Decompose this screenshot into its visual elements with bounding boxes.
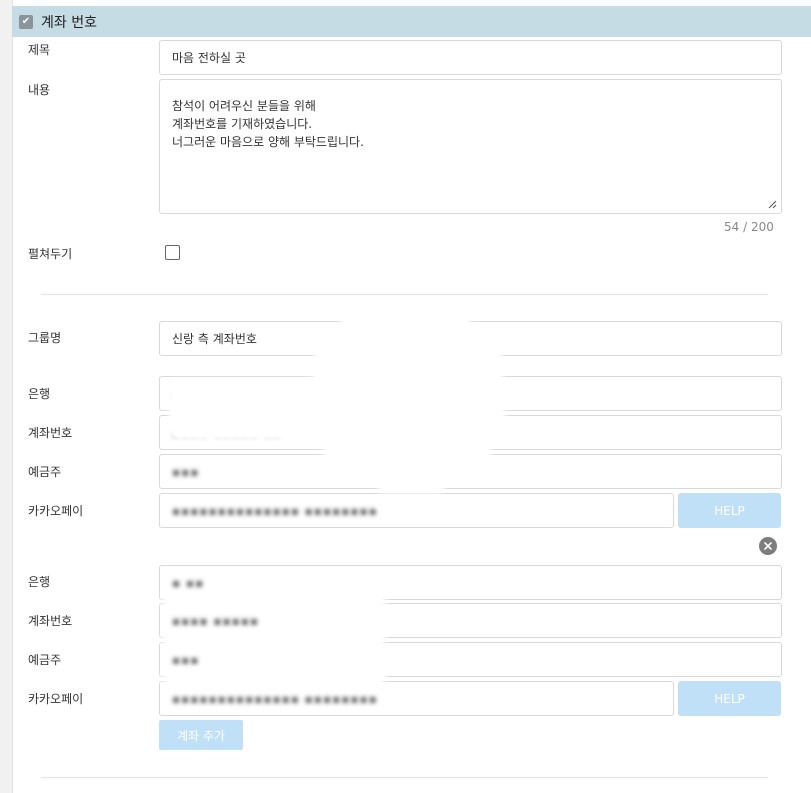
section-title: 계좌 번호 [41,14,97,31]
holder-value: ▪▪▪ [172,464,200,479]
group-input[interactable]: 신랑 측 계좌번호 [159,321,782,356]
char-counter: 54 / 200 [724,220,774,234]
holder-label: 예금주 [28,653,62,667]
redaction-patch [172,382,502,437]
account-number-value: ▪▪▪▪ ▪▪▪▪▪ [172,613,260,628]
kakaopay-label: 카카오페이 [28,504,84,518]
content-label: 내용 [28,83,51,97]
expand-checkbox[interactable] [165,245,180,260]
redaction-patch [326,437,488,477]
redaction-patch [343,318,468,332]
kakaopay-value: ▪▪▪▪▪▪▪▪▪▪▪▪▪▪ ▪▪▪▪▪▪▪▪ [172,691,378,706]
group-input-value: 신랑 측 계좌번호 [172,332,257,346]
bank-input[interactable]: ▪ ▪▪ [159,565,782,600]
section-checkbox[interactable]: ✔ [19,14,33,29]
divider [41,777,768,778]
kakaopay-value: ▪▪▪▪▪▪▪▪▪▪▪▪▪▪ ▪▪▪▪▪▪▪▪ [172,503,378,518]
holder-value: ▪▪▪ [172,652,200,667]
redaction-patch [316,352,500,382]
account-number-input[interactable]: ▪▪▪▪ ▪▪▪▪▪ [159,603,782,638]
help-button[interactable]: HELP [678,493,781,528]
redaction-patch [380,477,442,491]
account-number-label: 계좌번호 [28,426,73,440]
account-number-label: 계좌번호 [28,614,73,628]
divider [41,294,768,295]
content-line: 너그러운 마음으로 양해 부탁드립니다. [172,135,364,149]
title-input[interactable]: 마음 전하실 곳 [159,40,782,75]
bank-value: ▪ ▪▪ [172,575,205,590]
content-textarea[interactable]: 참석이 어려우신 분들을 위해 계좌번호를 기재하였습니다. 너그러운 마음으로… [159,79,782,214]
kakaopay-input[interactable]: ▪▪▪▪▪▪▪▪▪▪▪▪▪▪ ▪▪▪▪▪▪▪▪ [159,681,674,716]
section-header: ✔ 계좌 번호 [12,6,811,37]
resize-handle-icon[interactable] [768,200,777,209]
close-icon [763,541,773,551]
add-account-button[interactable]: 계좌 추가 [159,720,243,750]
content-line: 참석이 어려우신 분들을 위해 [172,99,316,113]
bank-label: 은행 [28,387,51,401]
bank-label: 은행 [28,575,51,589]
title-label: 제목 [28,43,51,57]
kakaopay-label: 카카오페이 [28,692,84,706]
title-input-value: 마음 전하실 곳 [172,51,246,65]
help-button[interactable]: HELP [678,681,781,716]
remove-account-button[interactable] [759,537,777,555]
redaction-patch [165,672,383,682]
redaction-patch [165,596,383,606]
redaction-patch [165,634,383,644]
kakaopay-input[interactable]: ▪▪▪▪▪▪▪▪▪▪▪▪▪▪ ▪▪▪▪▪▪▪▪ [159,493,674,528]
group-label: 그룹명 [28,331,62,345]
expand-label: 펼쳐두기 [28,247,73,261]
holder-label: 예금주 [28,465,62,479]
content-line: 계좌번호를 기재하였습니다. [172,117,313,131]
